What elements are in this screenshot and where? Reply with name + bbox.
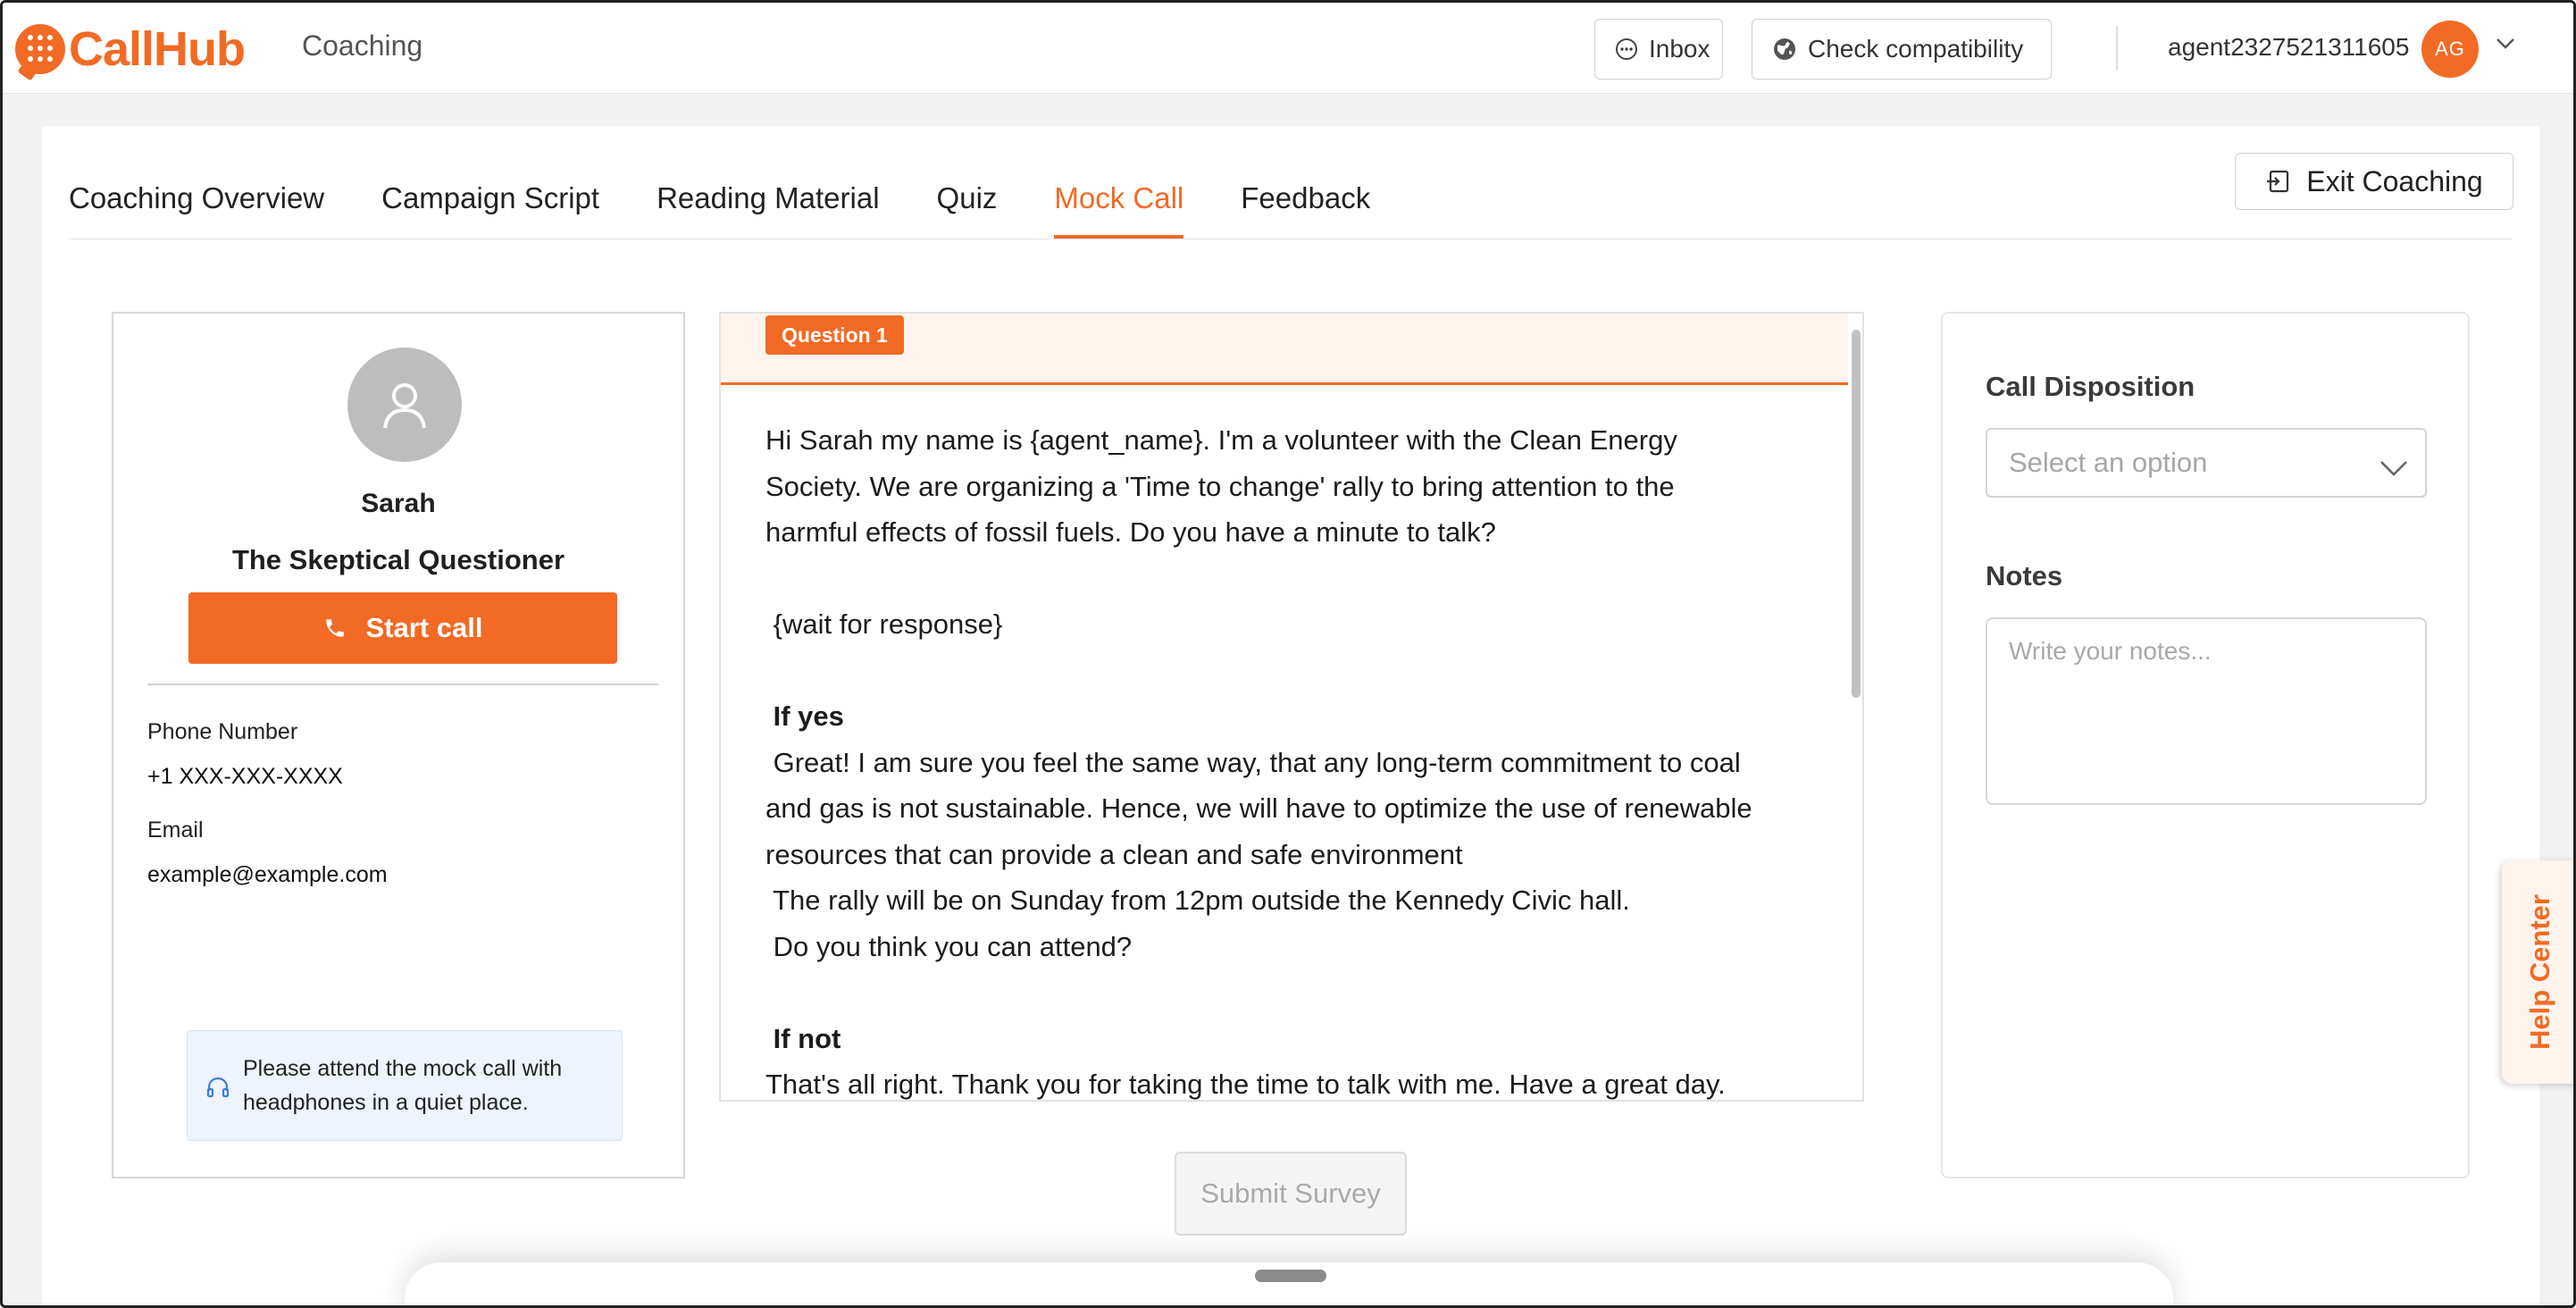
check-compatibility-label: Check compatibility [1808, 35, 2024, 63]
tab-feedback[interactable]: Feedback [1241, 176, 1370, 239]
top-header: CallHub Coaching Inbox Check compatibili… [3, 3, 2573, 94]
start-call-label: Start call [365, 612, 483, 643]
question-badge: Question 1 [765, 315, 904, 355]
chevron-down-icon[interactable] [2495, 37, 2516, 55]
call-disposition-select[interactable]: Select an option [1986, 428, 2427, 498]
contact-avatar-icon [347, 348, 462, 462]
contact-panel: Sarah The Skeptical Questioner Start cal… [112, 312, 685, 1178]
start-call-button[interactable]: Start call [188, 592, 617, 664]
coaching-tabs: Coaching Overview Campaign Script Readin… [69, 176, 1427, 239]
tab-quiz[interactable]: Quiz [937, 176, 998, 239]
headphones-tip: Please attend the mock call with headpho… [187, 1030, 623, 1141]
callhub-logo[interactable]: CallHub [15, 21, 246, 78]
headphones-icon [205, 1075, 230, 1100]
drag-handle[interactable] [1255, 1270, 1326, 1282]
chat-bubble-icon [15, 24, 65, 74]
submit-survey-button[interactable]: Submit Survey [1175, 1152, 1407, 1236]
question-header: Question 1 [721, 314, 1848, 385]
script-scrollbar[interactable] [1852, 330, 1861, 698]
exit-coaching-button[interactable]: Exit Coaching [2235, 153, 2513, 210]
coaching-card: Coaching Overview Campaign Script Readin… [42, 126, 2539, 1305]
tip-text: Please attend the mock call with headpho… [243, 1056, 563, 1115]
header-divider [2116, 26, 2118, 71]
exit-coaching-label: Exit Coaching [2306, 164, 2483, 197]
tab-reading-material[interactable]: Reading Material [657, 176, 879, 239]
agent-name[interactable]: agent2327521311605 [2168, 33, 2409, 62]
tab-coaching-overview[interactable]: Coaching Overview [69, 176, 324, 239]
check-compatibility-button[interactable]: Check compatibility [1752, 19, 2052, 80]
email-label: Email [147, 818, 204, 843]
app-window: CallHub Coaching Inbox Check compatibili… [0, 0, 2576, 1308]
inbox-label: Inbox [1649, 35, 1710, 63]
chat-dots-icon [1615, 38, 1638, 61]
phone-icon [323, 616, 347, 640]
persona-title: The Skeptical Questioner [231, 544, 565, 575]
exit-icon [2265, 169, 2290, 194]
inbox-button[interactable]: Inbox [1594, 19, 1723, 80]
call-disposition-label: Call Disposition [1986, 371, 2195, 402]
email-value: example@example.com [147, 862, 388, 887]
brand-name: CallHub [69, 22, 246, 76]
notes-textarea[interactable] [1986, 617, 2427, 805]
help-center-label: Help Center [2524, 894, 2556, 1050]
phone-label: Phone Number [147, 719, 298, 744]
tab-campaign-script[interactable]: Campaign Script [381, 176, 599, 239]
section-title: Coaching [302, 29, 423, 62]
select-placeholder: Select an option [2009, 447, 2208, 478]
phone-value: +1 XXX-XXX-XXXX [147, 764, 343, 789]
contact-divider [147, 683, 658, 685]
help-center-label-wrap[interactable]: Help Center [2502, 860, 2573, 1084]
script-text: Hi Sarah my name is {agent_name}. I'm a … [765, 424, 1752, 1100]
disposition-panel: Call Disposition Select an option Notes [1941, 312, 2470, 1178]
chevron-down-icon [2379, 453, 2409, 485]
user-avatar[interactable]: AG [2421, 21, 2479, 78]
tab-mock-call[interactable]: Mock Call [1054, 176, 1183, 239]
script-panel[interactable]: Question 1 Hi Sarah my name is {agent_na… [719, 312, 1864, 1102]
contact-name: Sarah [361, 489, 436, 518]
notes-label: Notes [1986, 560, 2063, 591]
globe-icon [1772, 37, 1797, 62]
